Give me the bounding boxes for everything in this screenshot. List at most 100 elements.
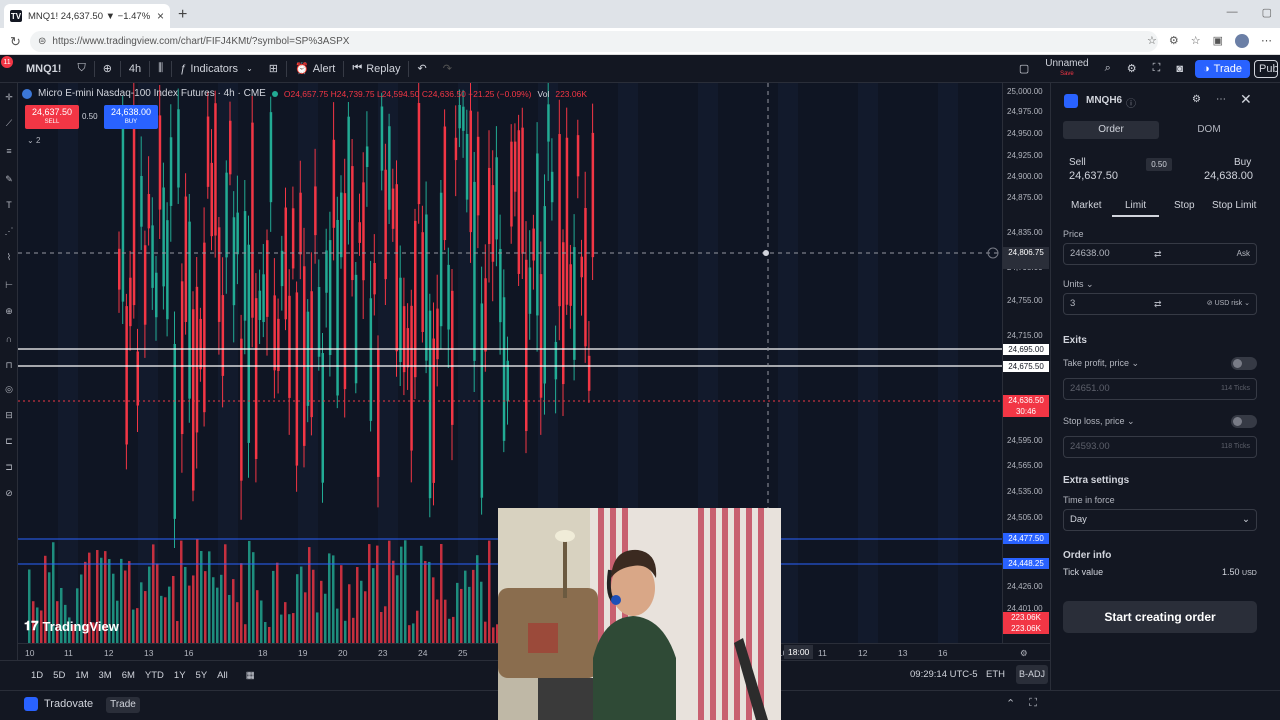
range-1y[interactable]: 1Y: [169, 670, 191, 681]
close-tab-icon[interactable]: ×: [157, 9, 164, 23]
tp-toggle[interactable]: [1231, 357, 1257, 370]
trade-button[interactable]: ◑ Trade: [1195, 59, 1250, 78]
maximize-panel-icon[interactable]: ⛶: [1029, 697, 1037, 710]
quick-search-button[interactable]: ⌕: [1097, 55, 1119, 83]
sell-price[interactable]: 24,637.50: [1069, 170, 1118, 182]
symbol-search-button[interactable]: MNQ1!: [18, 55, 69, 83]
fullscreen-button[interactable]: ⛶: [1145, 55, 1169, 83]
chart-type-button[interactable]: ⫼: [150, 55, 171, 83]
pattern-icon[interactable]: ⋰: [3, 225, 15, 237]
buy-price[interactable]: 24,638.00: [1204, 170, 1253, 182]
trendline-icon[interactable]: ⟋: [3, 117, 15, 129]
start-creating-order-button[interactable]: Start creating order: [1063, 601, 1257, 633]
indicator-collapse-button[interactable]: ⌄ 2: [27, 136, 40, 145]
more-icon[interactable]: ⋯: [1261, 34, 1272, 48]
tab-dom[interactable]: DOM: [1161, 121, 1257, 139]
adjustment-toggle[interactable]: B-ADJ: [1016, 665, 1048, 684]
layout-name-button[interactable]: Unnamed Save: [1037, 55, 1096, 83]
remove-icon[interactable]: ⊘: [3, 487, 15, 499]
axis-settings-icon[interactable]: ⚙: [1020, 648, 1028, 659]
url-field[interactable]: ⊜ https://www.tradingview.com/chart/FIFJ…: [30, 31, 1158, 52]
goto-date-icon[interactable]: ▦: [241, 670, 260, 681]
quick-buy-button[interactable]: 24,638.00 BUY: [104, 105, 158, 129]
bookmark-star-icon[interactable]: ☆: [1147, 34, 1157, 48]
quick-sell-button[interactable]: 24,637.50 SELL: [25, 105, 79, 129]
magnet-icon[interactable]: ∩: [3, 333, 15, 345]
swap-icon[interactable]: ⇄: [1154, 244, 1162, 264]
sl-toggle[interactable]: [1231, 415, 1257, 428]
sell-label[interactable]: Sell: [1069, 157, 1086, 168]
range-5y[interactable]: 5Y: [191, 670, 213, 681]
measure-icon[interactable]: ⊢: [3, 279, 15, 291]
tp-input[interactable]: 24651.00 114 Ticks: [1063, 378, 1257, 400]
more-options-icon[interactable]: ⋯: [1216, 94, 1226, 105]
tp-dropdown[interactable]: Take profit, price ⌄: [1063, 358, 1139, 369]
publish-button[interactable]: Publ: [1254, 59, 1278, 78]
interval-button[interactable]: 4h: [121, 55, 149, 83]
settings-button[interactable]: ⚙: [1119, 55, 1145, 83]
fib-icon[interactable]: ≡: [3, 145, 15, 157]
range-5d[interactable]: 5D: [48, 670, 70, 681]
buy-label[interactable]: Buy: [1234, 157, 1251, 168]
tab-stop-limit[interactable]: Stop Limit: [1212, 200, 1256, 211]
indicators-button[interactable]: ƒ Indicators ⌄: [172, 55, 261, 83]
site-info-icon[interactable]: ⊜: [38, 36, 46, 47]
range-6m[interactable]: 6M: [117, 670, 140, 681]
tif-select[interactable]: Day ⌄: [1063, 509, 1257, 531]
units-dropdown[interactable]: Units ⌄: [1063, 279, 1094, 290]
range-all[interactable]: All: [212, 670, 233, 681]
browser-tab[interactable]: TV MNQ1! 24,637.50 ▼ −1.47% Unna ×: [4, 4, 170, 28]
brush-icon[interactable]: ✎: [3, 173, 15, 185]
undo-button[interactable]: ↶: [409, 55, 434, 83]
favorites-icon[interactable]: ☆: [1191, 34, 1201, 48]
hide-icon[interactable]: ⊐: [3, 461, 15, 473]
profile-avatar[interactable]: [1235, 34, 1249, 48]
range-3m[interactable]: 3M: [94, 670, 117, 681]
tab-stop[interactable]: Stop: [1174, 200, 1195, 211]
range-ytd[interactable]: YTD: [140, 670, 169, 681]
extensions-icon[interactable]: ⚙: [1169, 34, 1179, 48]
risk-selector[interactable]: ⊘ USD risk ⌄: [1207, 294, 1250, 314]
layout-select-button[interactable]: ▢: [1011, 55, 1037, 83]
eye-icon[interactable]: ◎: [3, 383, 15, 395]
swap-icon[interactable]: ⇄: [1154, 294, 1162, 314]
text-icon[interactable]: T: [3, 199, 15, 211]
units-input[interactable]: 3 ⇄ ⊘ USD risk ⌄: [1063, 293, 1257, 315]
maximize-icon[interactable]: ▢: [1262, 6, 1272, 19]
crosshair-icon[interactable]: ✛: [3, 91, 15, 103]
zoom-icon[interactable]: ⊕: [3, 305, 15, 317]
snapshot-button[interactable]: ◙: [1168, 55, 1191, 83]
notification-badge[interactable]: 11: [1, 56, 13, 68]
add-symbol-button[interactable]: ⊕: [95, 55, 120, 83]
stay-drawing-icon[interactable]: ⊏: [3, 435, 15, 447]
redo-button[interactable]: ↷: [435, 55, 460, 83]
templates-button[interactable]: ⊞: [261, 55, 286, 83]
lock-icon[interactable]: ⊓: [3, 359, 15, 371]
range-1m[interactable]: 1M: [70, 670, 93, 681]
replay-button[interactable]: ⏮ Replay: [344, 55, 408, 83]
info-icon[interactable]: ⓘ: [1126, 95, 1136, 110]
trash-icon[interactable]: ⊟: [3, 409, 15, 421]
broker-trade-button[interactable]: Trade: [106, 697, 140, 713]
tab-limit[interactable]: Limit: [1125, 200, 1146, 211]
minimize-icon[interactable]: —: [1227, 6, 1238, 19]
sl-dropdown[interactable]: Stop loss, price ⌄: [1063, 416, 1135, 427]
reload-icon[interactable]: ↻: [10, 34, 21, 50]
price-axis[interactable]: 25,000.00 24,975.00 24,950.00 24,925.00 24,9…: [1002, 83, 1050, 660]
session-toggle[interactable]: ETH: [986, 669, 1005, 680]
compare-button[interactable]: ⛉: [69, 55, 93, 83]
price-input[interactable]: 24638.00 ⇄ Ask: [1063, 243, 1257, 265]
shapes-icon[interactable]: ⌇: [3, 251, 15, 263]
tab-market[interactable]: Market: [1071, 200, 1102, 211]
settings-icon[interactable]: ⚙: [1192, 94, 1201, 105]
new-tab-icon[interactable]: +: [178, 6, 187, 24]
close-icon[interactable]: ✕: [1240, 91, 1252, 108]
clock[interactable]: 09:29:14 UTC-5: [910, 669, 978, 680]
alert-button[interactable]: ⏰ Alert: [287, 55, 343, 83]
collections-icon[interactable]: ▣: [1213, 34, 1223, 48]
sl-input[interactable]: 24593.00 118 Ticks: [1063, 436, 1257, 458]
chevron-up-icon[interactable]: ⌃: [1006, 697, 1015, 710]
broker-tab[interactable]: Tradovate: [24, 697, 93, 711]
tab-order[interactable]: Order: [1063, 121, 1159, 139]
range-1d[interactable]: 1D: [26, 670, 48, 681]
